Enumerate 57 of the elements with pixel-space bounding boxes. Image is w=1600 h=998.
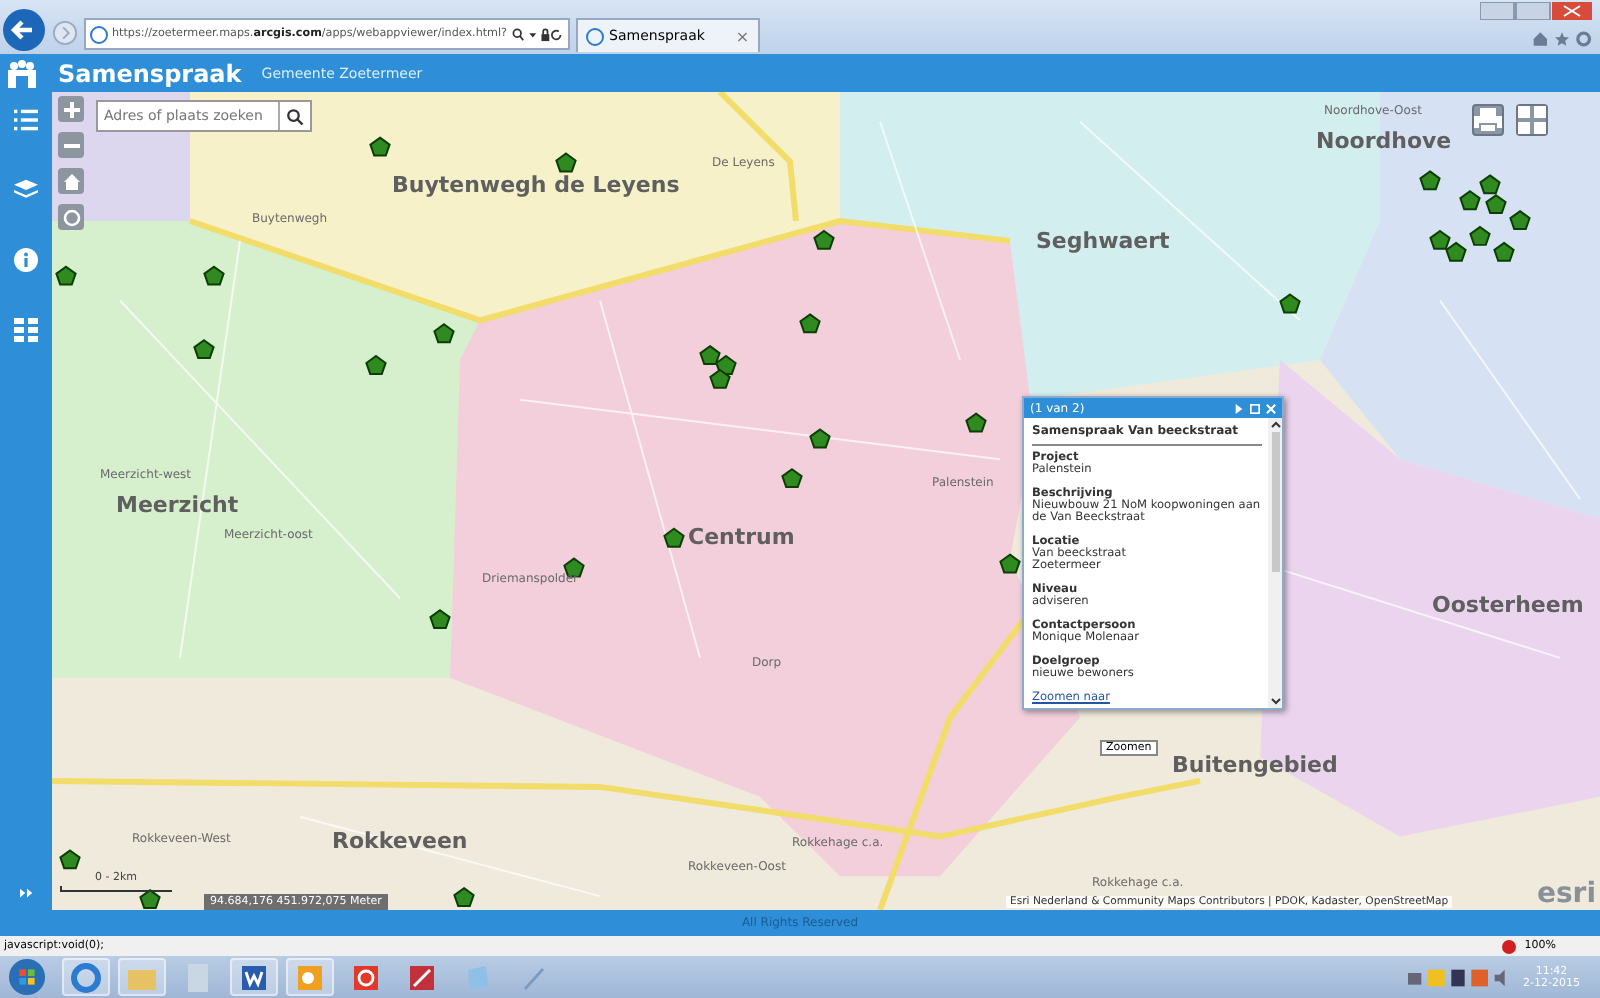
- scrollbar[interactable]: [1268, 418, 1282, 708]
- map-marker[interactable]: [1493, 241, 1515, 262]
- map-marker[interactable]: [663, 527, 685, 548]
- map-marker[interactable]: [965, 412, 987, 433]
- maximize-icon[interactable]: [1250, 403, 1260, 413]
- map-marker[interactable]: [555, 152, 577, 173]
- map-marker[interactable]: [1469, 225, 1491, 246]
- back-icon[interactable]: [2, 8, 46, 52]
- map-marker[interactable]: [781, 468, 803, 489]
- map-marker[interactable]: [369, 136, 391, 157]
- grid-icon[interactable]: [14, 318, 38, 342]
- map-marker[interactable]: [55, 265, 77, 286]
- map-marker[interactable]: [699, 344, 721, 365]
- map-label: Noordhove: [1316, 128, 1452, 154]
- stop-sign-icon: [1502, 939, 1517, 953]
- scroll-up-icon[interactable]: [1269, 420, 1281, 428]
- map-label: Seghwaert: [1036, 228, 1170, 254]
- map-marker[interactable]: [1509, 209, 1531, 230]
- map-marker[interactable]: [1485, 194, 1507, 215]
- info-icon[interactable]: [14, 248, 38, 272]
- map-marker[interactable]: [59, 849, 81, 870]
- map-marker[interactable]: [1419, 170, 1441, 191]
- map-marker[interactable]: [1479, 174, 1501, 195]
- close-icon[interactable]: [1266, 403, 1276, 413]
- esri-logo: esri: [1536, 878, 1596, 910]
- search-icon[interactable]: [286, 107, 304, 125]
- address-actions-icon[interactable]: [511, 27, 564, 41]
- tray-icons[interactable]: [1407, 967, 1508, 987]
- map-marker[interactable]: [365, 354, 387, 375]
- map-marker[interactable]: [999, 553, 1021, 574]
- map-label: Centrum: [688, 524, 795, 550]
- layers-icon[interactable]: [14, 178, 38, 202]
- window-controls-icon[interactable]: [1480, 2, 1592, 20]
- expand-icon[interactable]: [19, 888, 33, 898]
- document-taskbar-icon[interactable]: [230, 958, 278, 996]
- scroll-down-icon[interactable]: [1269, 698, 1281, 706]
- map-label: Buitengebied: [1172, 752, 1338, 778]
- browser-taskbar-icon[interactable]: [62, 958, 110, 996]
- map-marker[interactable]: [1429, 229, 1451, 250]
- map-marker[interactable]: [203, 265, 225, 286]
- map-label: Rokkeveen: [332, 828, 468, 854]
- map-marker[interactable]: [709, 368, 731, 389]
- list-icon[interactable]: [14, 108, 38, 132]
- map-marker[interactable]: [799, 313, 821, 334]
- map-marker[interactable]: [1279, 293, 1301, 314]
- app-title: Samenspraak: [58, 59, 242, 87]
- map-label: Meerzicht: [116, 492, 239, 518]
- map-marker[interactable]: [1445, 241, 1467, 262]
- map-marker[interactable]: [813, 229, 835, 250]
- map-marker[interactable]: [809, 428, 831, 449]
- map-label: Buytenwegh de Leyens: [392, 172, 680, 198]
- browser-tools-icon[interactable]: [1532, 30, 1592, 48]
- map-marker[interactable]: [1459, 190, 1481, 211]
- map-marker[interactable]: [429, 608, 451, 630]
- map-label: Oosterheem: [1432, 592, 1584, 618]
- map-marker[interactable]: [193, 338, 215, 360]
- start-button-icon[interactable]: [8, 958, 46, 996]
